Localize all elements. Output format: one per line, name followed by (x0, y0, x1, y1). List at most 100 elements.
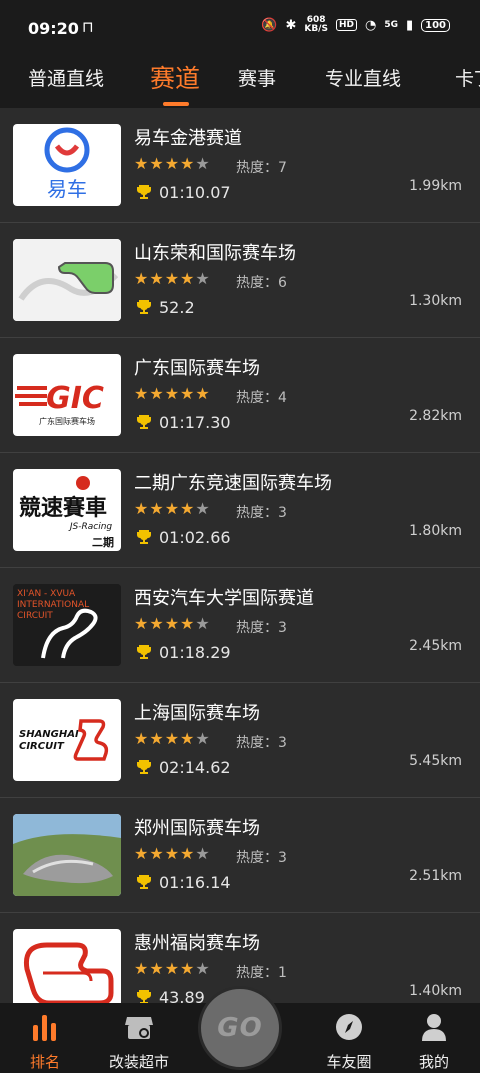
nav-ranking[interactable]: 排名 (0, 1011, 90, 1072)
track-distance: 2.82km (409, 408, 462, 424)
trophy-icon (137, 185, 151, 199)
heat-value: 热度：4 (236, 390, 287, 406)
track-list[interactable]: 易车 易车金港赛道 ★★★★★ 热度：7 01:10.07 1.99km 山东荣… (0, 108, 480, 1003)
heat-value: 热度：6 (236, 275, 287, 291)
trophy-icon (137, 300, 151, 314)
svg-text:JS-Racing: JS-Racing (68, 522, 113, 532)
heat-value: 热度：3 (236, 735, 287, 751)
track-logo (13, 239, 121, 321)
tab-karting[interactable]: 卡丁 (455, 64, 480, 91)
nav-friends-label: 车友圈 (326, 1053, 372, 1071)
bluetooth-icon: ✱ (285, 17, 297, 33)
track-name: 二期广东竞速国际赛车场 (134, 473, 332, 494)
track-distance: 5.45km (409, 753, 462, 769)
track-logo: 易车 (13, 124, 121, 206)
trophy-icon (137, 990, 151, 1003)
track-logo (13, 814, 121, 896)
track-name: 上海国际赛车场 (134, 703, 260, 724)
nav-friends[interactable]: 车友圈 (304, 1011, 394, 1072)
net-speed-unit: KB/S (304, 24, 328, 34)
svg-text:INTERNATIONAL: INTERNATIONAL (17, 600, 89, 610)
svg-text:CIRCUIT: CIRCUIT (17, 611, 53, 621)
rating-stars: ★★★★★ (134, 959, 211, 978)
tab-events[interactable]: 赛事 (238, 64, 276, 91)
trophy-icon (137, 760, 151, 774)
mute-icon: 🔕 (261, 17, 278, 33)
profile-icon (422, 1014, 446, 1041)
net-speed: 608 KB/S (304, 16, 328, 34)
best-lap-time: 01:10.07 (159, 183, 231, 202)
trophy-icon (137, 645, 151, 659)
track-distance: 2.51km (409, 868, 462, 884)
track-logo (13, 929, 121, 1003)
heat-value: 热度：3 (236, 620, 287, 636)
best-lap-time: 43.89 (159, 988, 205, 1003)
best-lap-time: 01:18.29 (159, 643, 231, 662)
track-distance: 1.99km (409, 178, 462, 194)
ranking-icon (33, 1015, 56, 1041)
go-button-label: GO (217, 1013, 263, 1043)
store-icon (125, 1017, 153, 1039)
track-logo: XI'AN - XVUA INTERNATIONAL CIRCUIT (13, 584, 121, 666)
go-button[interactable]: GO (198, 986, 282, 1070)
track-list-item[interactable]: 郑州国际赛车场 ★★★★★ 热度：3 01:16.14 2.51km (0, 798, 480, 913)
rating-stars: ★★★★★ (134, 384, 211, 403)
status-time: 09:20 (28, 19, 79, 38)
compass-icon (336, 1014, 362, 1040)
heat-value: 热度：3 (236, 850, 287, 866)
best-lap-time: 01:02.66 (159, 528, 231, 547)
track-name: 易车金港赛道 (134, 128, 242, 149)
track-distance: 1.40km (409, 983, 462, 999)
rating-stars: ★★★★★ (134, 614, 211, 633)
track-logo: GIC 广东国际赛车场 (13, 354, 121, 436)
svg-text:GIC: GIC (46, 381, 104, 416)
track-logo: 競速賽車 JS-Racing 二期 (13, 469, 121, 551)
track-list-item[interactable]: 山东荣和国际赛车场 ★★★★★ 热度：6 52.2 1.30km (0, 223, 480, 338)
nav-mod-market-label: 改装超市 (108, 1053, 169, 1071)
status-icons: 🔕 ✱ 608 KB/S HD ◔ 5G ▮ 100 (261, 16, 450, 34)
nav-mod-market[interactable]: 改装超市 (94, 1011, 184, 1072)
best-lap-time: 01:17.30 (159, 413, 231, 432)
svg-text:二期: 二期 (92, 535, 114, 549)
signal-label: 5G (384, 19, 398, 30)
track-distance: 1.80km (409, 523, 462, 539)
track-name: 郑州国际赛车场 (134, 818, 260, 839)
svg-text:競速賽車: 競速賽車 (19, 495, 107, 521)
svg-text:CIRCUIT: CIRCUIT (19, 741, 65, 752)
track-list-item[interactable]: XI'AN - XVUA INTERNATIONAL CIRCUIT 西安汽车大… (0, 568, 480, 683)
track-name: 广东国际赛车场 (134, 358, 260, 379)
status-bar: 09:20 ⊓ 🔕 ✱ 608 KB/S HD ◔ 5G ▮ 100 (0, 0, 480, 58)
nav-ranking-label: 排名 (29, 1053, 60, 1071)
heat-value: 热度：3 (236, 505, 287, 521)
category-tabs: 普通直线 赛道 赛事 专业直线 卡丁 (0, 58, 480, 106)
best-lap-time: 02:14.62 (159, 758, 231, 777)
tab-pro-drag[interactable]: 专业直线 (325, 64, 401, 91)
rating-stars: ★★★★★ (134, 844, 211, 863)
track-name: 西安汽车大学国际赛道 (134, 588, 314, 609)
svg-text:SHANGHAI: SHANGHAI (19, 729, 79, 740)
track-name: 山东荣和国际赛车场 (134, 243, 296, 264)
hd-badge: HD (335, 19, 357, 31)
trophy-icon (137, 415, 151, 429)
tab-drag-race[interactable]: 普通直线 (28, 64, 104, 91)
heat-value: 热度：1 (236, 965, 287, 981)
track-list-item[interactable]: 易车 易车金港赛道 ★★★★★ 热度：7 01:10.07 1.99km (0, 108, 480, 223)
best-lap-time: 52.2 (159, 298, 195, 317)
track-logo: SHANGHAI CIRCUIT (13, 699, 121, 781)
track-list-item[interactable]: SHANGHAI CIRCUIT 上海国际赛车场 ★★★★★ 热度：3 02:1… (0, 683, 480, 798)
svg-text:广东国际赛车场: 广东国际赛车场 (39, 416, 95, 426)
rating-stars: ★★★★★ (134, 269, 211, 288)
rating-stars: ★★★★★ (134, 499, 211, 518)
track-list-item[interactable]: 競速賽車 JS-Racing 二期 二期广东竞速国际赛车场 ★★★★★ 热度：3… (0, 453, 480, 568)
tab-circuit[interactable]: 赛道 (150, 59, 200, 95)
track-distance: 1.30km (409, 293, 462, 309)
track-distance: 2.45km (409, 638, 462, 654)
trophy-icon (137, 875, 151, 889)
hd-audio-icon: ⊓ (82, 18, 94, 36)
rating-stars: ★★★★★ (134, 729, 211, 748)
track-list-item[interactable]: GIC 广东国际赛车场 广东国际赛车场 ★★★★★ 热度：4 01:17.30 … (0, 338, 480, 453)
rating-stars: ★★★★★ (134, 154, 211, 173)
nav-mine[interactable]: 我的 (389, 1011, 479, 1072)
svg-text:易车: 易车 (47, 177, 87, 201)
active-tab-indicator (163, 102, 189, 106)
